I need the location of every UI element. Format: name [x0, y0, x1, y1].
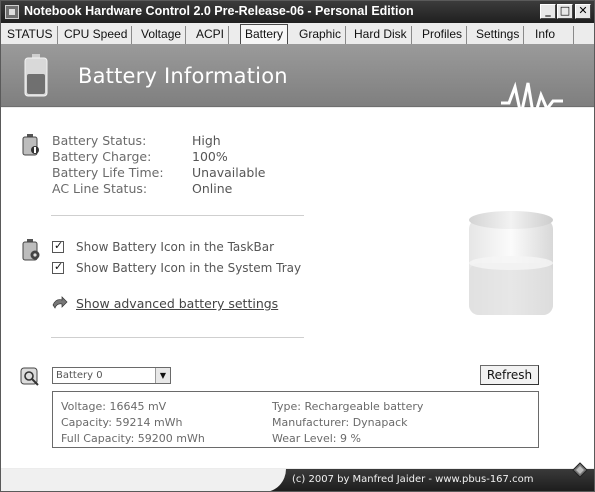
- arrow-link-icon: [52, 296, 68, 309]
- advanced-battery-settings-link[interactable]: Show advanced battery settings: [76, 296, 278, 311]
- tab-graphic[interactable]: Graphic: [295, 26, 347, 44]
- maximize-button[interactable]: □: [557, 4, 573, 19]
- tab-profiles[interactable]: Profiles: [418, 26, 468, 44]
- system-tray-checkbox[interactable]: [52, 260, 64, 274]
- type-text: Type: Rechargeable battery: [272, 400, 424, 413]
- battery-header-icon: [24, 54, 48, 97]
- divider: [51, 215, 304, 216]
- battery-charge-label: Battery Charge:: [52, 149, 152, 164]
- taskbar-checkbox-label[interactable]: Show Battery Icon in the TaskBar: [76, 240, 274, 254]
- tab-cpu-speed[interactable]: CPU Speed: [60, 26, 133, 44]
- footer-curve: [1, 469, 286, 491]
- taskbar-checkbox[interactable]: [52, 239, 64, 253]
- battery-select-value: Battery 0: [56, 370, 103, 381]
- app-icon: [5, 5, 19, 19]
- battery-status-label: Battery Status:: [52, 133, 147, 148]
- copyright-text: (c) 2007 by Manfred Jaider - www.pbus-16…: [292, 474, 534, 485]
- full-capacity-text: Full Capacity: 59200 mWh: [61, 432, 205, 445]
- tab-battery[interactable]: Battery: [240, 24, 289, 44]
- chevron-down-icon[interactable]: ▼: [155, 368, 170, 383]
- title-bar[interactable]: Notebook Hardware Control 2.0 Pre-Releas…: [1, 1, 594, 23]
- minimize-button[interactable]: _: [540, 4, 556, 19]
- ac-line-value: Online: [192, 181, 233, 196]
- battery-life-label: Battery Life Time:: [52, 165, 164, 180]
- divider: [51, 337, 304, 338]
- large-battery-graphic: [469, 211, 553, 315]
- battery-status-icon: [22, 134, 39, 156]
- tab-status[interactable]: STATUS: [3, 26, 58, 44]
- tab-hard-disk[interactable]: Hard Disk: [350, 26, 412, 44]
- footer-bar: (c) 2007 by Manfred Jaider - www.pbus-16…: [1, 462, 594, 491]
- manufacturer-text: Manufacturer: Dynapack: [272, 416, 408, 429]
- tab-voltage[interactable]: Voltage: [137, 26, 187, 44]
- battery-select[interactable]: Battery 0 ▼: [52, 367, 171, 384]
- tab-bar: STATUS CPU Speed Voltage ACPI Battery Gr…: [1, 23, 594, 45]
- battery-details-box: Voltage: 16645 mV Capacity: 59214 mWh Fu…: [52, 391, 539, 448]
- battery-charge-value: 100%: [192, 149, 228, 164]
- system-tray-checkbox-label[interactable]: Show Battery Icon in the System Tray: [76, 261, 301, 275]
- battery-status-value: High: [192, 133, 221, 148]
- wear-level-text: Wear Level: 9 %: [272, 432, 361, 445]
- close-button[interactable]: ✕: [575, 4, 591, 19]
- tab-acpi[interactable]: ACPI: [192, 26, 230, 44]
- capacity-text: Capacity: 59214 mWh: [61, 416, 183, 429]
- header-banner: Battery Information: [1, 45, 594, 120]
- voltage-text: Voltage: 16645 mV: [61, 400, 167, 413]
- app-window: Notebook Hardware Control 2.0 Pre-Releas…: [0, 0, 595, 492]
- tab-info[interactable]: Info: [531, 26, 575, 44]
- battery-settings-icon: [22, 239, 40, 261]
- tab-settings[interactable]: Settings: [472, 26, 525, 44]
- ac-line-label: AC Line Status:: [52, 181, 148, 196]
- window-title: Notebook Hardware Control 2.0 Pre-Releas…: [24, 4, 414, 18]
- refresh-button[interactable]: Refresh: [480, 365, 539, 385]
- page-title: Battery Information: [78, 64, 288, 88]
- battery-select-icon: [20, 367, 39, 386]
- battery-life-value: Unavailable: [192, 165, 266, 180]
- resize-grip-icon[interactable]: [571, 461, 589, 479]
